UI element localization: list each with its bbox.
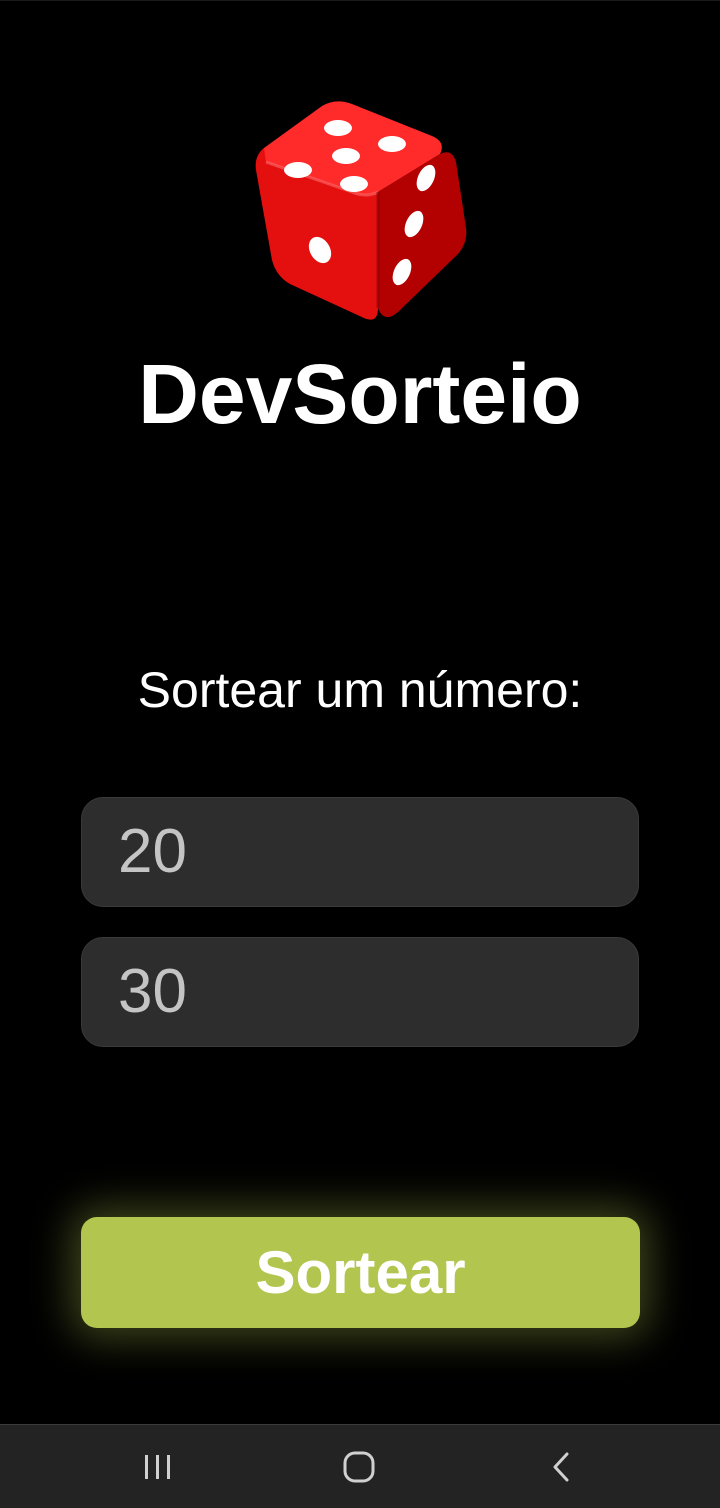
- recent-apps-icon: [145, 1455, 170, 1479]
- red-dice-icon: [252, 100, 472, 322]
- back-icon: [553, 1452, 569, 1482]
- back-button[interactable]: [521, 1425, 601, 1508]
- app-screen: DevSorteio Sortear um número: Sortear: [0, 0, 720, 1424]
- app-title: DevSorteio: [138, 347, 582, 441]
- draw-button[interactable]: Sortear: [81, 1217, 640, 1328]
- max-number-input[interactable]: [81, 937, 639, 1047]
- home-icon: [343, 1451, 375, 1483]
- system-navigation-bar: [0, 1424, 720, 1508]
- recent-apps-button[interactable]: [118, 1425, 198, 1508]
- draw-prompt-label: Sortear um número:: [137, 662, 583, 718]
- min-number-input[interactable]: [81, 797, 639, 907]
- dice-logo-graphic: [255, 101, 467, 320]
- home-button[interactable]: [319, 1425, 399, 1508]
- status-divider: [0, 0, 720, 1]
